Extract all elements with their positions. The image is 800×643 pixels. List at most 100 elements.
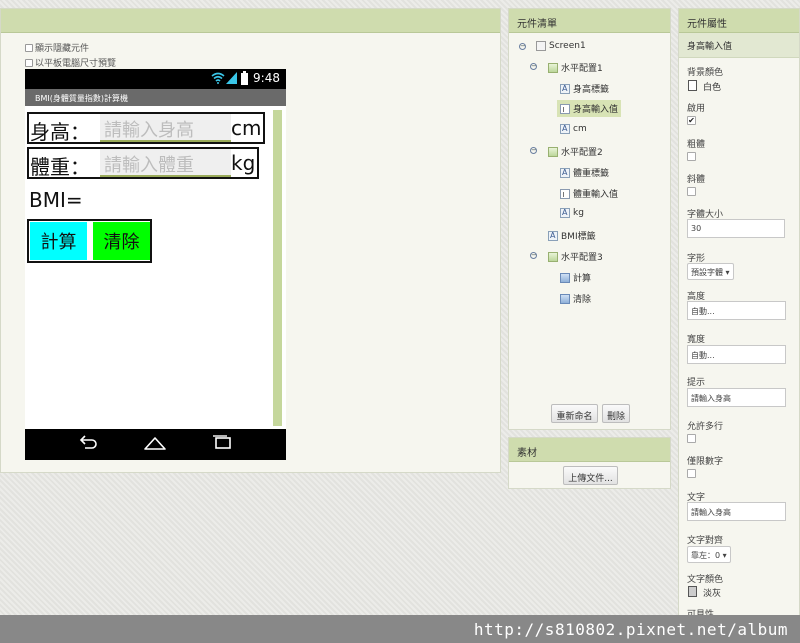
label-icon — [560, 124, 570, 134]
collapse-toggle-hbox3[interactable]: − — [530, 252, 537, 259]
tablet-preview-checkbox[interactable] — [25, 58, 33, 67]
tree-item-label: Screen1 — [549, 41, 586, 51]
status-bar: 9:48 — [25, 69, 286, 88]
font-face-select[interactable]: 預設字體 ▾ — [687, 263, 734, 280]
watermark-bar: http://s810802.pixnet.net/album — [0, 615, 800, 643]
bold-checkbox[interactable] — [687, 152, 696, 161]
back-icon[interactable] — [77, 435, 99, 451]
button-icon — [560, 293, 570, 304]
components-header: 元件清單 — [509, 9, 670, 33]
show-hidden-label: 顯示隱藏元件 — [35, 44, 90, 54]
tree-item-hbox2[interactable]: 水平配置2 — [548, 145, 603, 158]
tablet-preview-option[interactable]: 以平板電腦尺寸預覽 — [25, 56, 116, 69]
bg-color-swatch[interactable] — [688, 80, 697, 91]
horizontal-arrangement-icon — [548, 146, 558, 157]
text-align-label: 文字對齊 — [687, 536, 724, 546]
selected-component-name: 身高輸入值 — [679, 33, 799, 58]
app-title-bar: BMI(身體質量指數)計算機 — [25, 89, 286, 106]
tree-item-label: 身高標籤 — [573, 85, 610, 95]
font-size-input[interactable]: 30 — [687, 219, 785, 238]
height-label[interactable]: 身高： — [30, 116, 90, 145]
textbox-icon — [560, 103, 570, 114]
battery-icon — [241, 71, 248, 85]
numbers-only-label: 僅限數字 — [687, 457, 724, 467]
tree-item-clear-button[interactable]: 清除 — [560, 292, 591, 305]
viewer-header — [1, 9, 500, 33]
text-color-label: 文字顏色 — [687, 575, 724, 585]
show-hidden-checkbox[interactable] — [25, 43, 33, 52]
hint-prop-input[interactable]: 請輸入身高 — [687, 388, 786, 407]
tree-item-calc-button[interactable]: 計算 — [560, 271, 591, 284]
collapse-toggle-hbox1[interactable]: − — [530, 63, 537, 70]
recents-icon[interactable] — [211, 435, 233, 451]
clear-button[interactable]: 清除 — [93, 222, 150, 260]
label-icon — [560, 208, 570, 218]
scrollbar-thumb[interactable] — [273, 110, 282, 426]
tree-item-label: 計算 — [573, 274, 592, 284]
tree-item-label: 清除 — [573, 295, 592, 305]
tree-item-height-label[interactable]: 身高標籤 — [560, 82, 609, 95]
tree-item-weight-input[interactable]: 體重輸入值 — [560, 187, 618, 200]
height-row[interactable]: 身高： 請輸入身高 cm — [27, 112, 265, 144]
horizontal-arrangement-icon — [548, 251, 558, 262]
multiline-checkbox[interactable] — [687, 434, 696, 443]
height-prop-input[interactable]: 自動... — [687, 301, 786, 320]
collapse-toggle-hbox2[interactable]: − — [530, 147, 537, 154]
tree-item-hbox1[interactable]: 水平配置1 — [548, 61, 603, 74]
home-icon[interactable] — [143, 434, 167, 452]
tree-item-label: 水平配置1 — [561, 64, 603, 74]
width-prop-input[interactable]: 自動... — [687, 345, 786, 364]
enabled-checkbox[interactable]: ✔ — [687, 116, 696, 125]
height-input[interactable]: 請輸入身高 — [100, 114, 231, 142]
weight-label[interactable]: 體重： — [30, 151, 90, 180]
calculate-button[interactable]: 計算 — [30, 222, 87, 260]
buttons-row[interactable]: 計算 清除 — [27, 219, 152, 263]
textbox-icon — [560, 188, 570, 199]
tree-item-weight-label[interactable]: 體重標籤 — [560, 166, 609, 179]
numbers-only-checkbox[interactable] — [687, 469, 696, 478]
tree-item-label: 體重輸入值 — [573, 190, 619, 200]
text-align-select[interactable]: 靠左：0 ▾ — [687, 546, 731, 563]
show-hidden-components-option[interactable]: 顯示隱藏元件 — [25, 41, 89, 54]
upload-file-button[interactable]: 上傳文件... — [563, 466, 618, 485]
tree-item-kg-label[interactable]: kg — [560, 208, 584, 218]
text-color-value[interactable]: 淡灰 — [703, 586, 721, 599]
nav-bar — [25, 429, 286, 460]
tree-item-label: 水平配置3 — [561, 253, 603, 263]
phone-preview: 9:48 BMI(身體質量指數)計算機 身高： 請輸入身高 cm 體重： 請輸入… — [25, 69, 286, 460]
components-panel: 元件清單 − Screen1 − 水平配置1 身高標籤 身高輸入值 cm − 水… — [508, 8, 671, 430]
label-icon — [560, 83, 570, 94]
bg-color-value[interactable]: 白色 — [703, 80, 721, 93]
multiline-label: 允許多行 — [687, 422, 724, 432]
bmi-label[interactable]: BMI= — [29, 188, 83, 212]
screen-scrollbar[interactable] — [271, 106, 286, 429]
tree-item-screen1[interactable]: Screen1 — [536, 41, 586, 51]
tree-item-bmi-label[interactable]: BMI標籤 — [548, 229, 596, 242]
tree-item-label: BMI標籤 — [561, 232, 596, 242]
tree-item-label: cm — [573, 124, 587, 134]
tree-item-cm-label[interactable]: cm — [560, 124, 587, 134]
tree-item-label: 體重標籤 — [573, 169, 610, 179]
weight-unit-label[interactable]: kg — [231, 151, 255, 175]
delete-button[interactable]: 刪除 — [602, 404, 630, 423]
italic-checkbox[interactable] — [687, 187, 696, 196]
hint-prop-label: 提示 — [687, 378, 706, 388]
text-color-swatch[interactable] — [688, 586, 697, 597]
rename-button[interactable]: 重新命名 — [551, 404, 598, 423]
text-prop-input[interactable]: 請輸入身高 — [687, 502, 786, 521]
properties-header: 元件屬性 — [679, 9, 799, 33]
bg-color-label: 背景顏色 — [687, 68, 724, 78]
height-unit-label[interactable]: cm — [231, 116, 261, 140]
status-time: 9:48 — [253, 71, 280, 85]
tree-item-hbox3[interactable]: 水平配置3 — [548, 250, 603, 263]
tree-item-height-input[interactable]: 身高輸入值 — [557, 100, 622, 117]
tablet-preview-label: 以平板電腦尺寸預覽 — [35, 59, 117, 69]
weight-input[interactable]: 請輸入體重 — [100, 149, 231, 177]
tree-item-label: kg — [573, 208, 584, 218]
properties-panel: 元件屬性 身高輸入值 背景顏色 白色 啟用 ✔ 粗體 斜體 字體大小 30 字形… — [678, 8, 800, 643]
collapse-toggle-screen1[interactable]: − — [519, 43, 526, 50]
weight-row[interactable]: 體重： 請輸入體重 kg — [27, 147, 259, 179]
label-icon — [560, 167, 570, 178]
phone-screen: 身高： 請輸入身高 cm 體重： 請輸入體重 kg BMI= 計算 清除 — [25, 106, 271, 429]
label-icon — [548, 230, 558, 241]
